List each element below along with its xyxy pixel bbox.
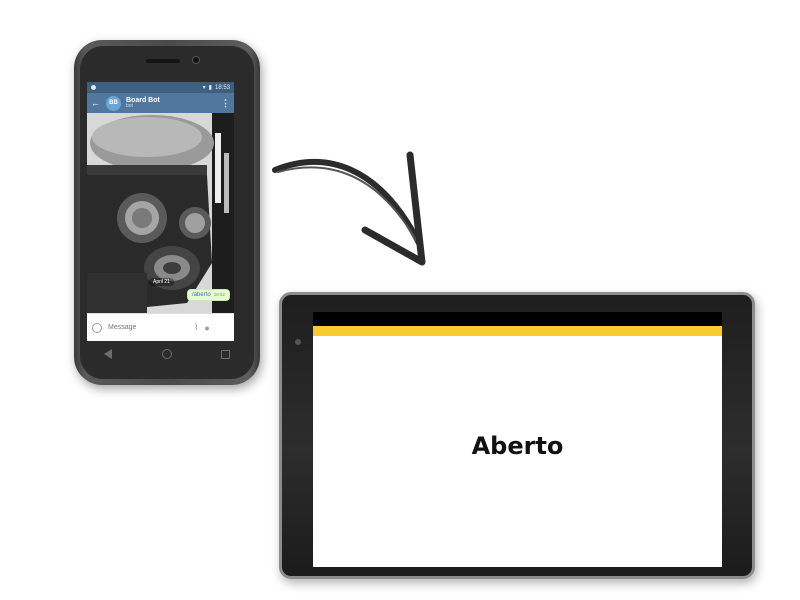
chat-subtitle: bot (126, 103, 133, 110)
message-input-bar: ⌇ ● (87, 313, 234, 341)
back-icon[interactable] (104, 349, 112, 359)
status-bar: ▾ ▮ 18:53 (87, 82, 234, 93)
status-text: Aberto (471, 432, 564, 460)
chat-header: ← BB Board Bot bot ⋮ (87, 93, 234, 113)
phone-camera (192, 56, 200, 64)
phone-earpiece (146, 59, 180, 63)
more-vert-icon[interactable]: ⋮ (221, 98, 230, 109)
tablet-top-bar (313, 312, 722, 326)
accent-bar (313, 326, 722, 336)
message-input[interactable] (108, 324, 188, 331)
chat-body: April 21 /aberto 18:52 (87, 113, 234, 313)
phone-device: ▾ ▮ 18:53 ← BB Board Bot bot ⋮ April 21 … (74, 40, 260, 385)
signal-icon: ▾ (202, 85, 206, 91)
recents-icon[interactable] (221, 349, 230, 359)
android-nav-bar (104, 349, 230, 359)
home-icon[interactable] (161, 349, 172, 359)
message-time: 18:52 (213, 292, 225, 297)
status-time: 18:53 (214, 84, 230, 91)
smile-icon[interactable] (92, 322, 102, 333)
curved-arrow-icon (272, 151, 426, 266)
paperclip-icon[interactable]: ⌇ (194, 322, 198, 333)
back-arrow-icon[interactable]: ← (91, 98, 101, 108)
date-separator: April 21 (149, 278, 174, 286)
mic-icon[interactable]: ● (204, 323, 209, 333)
tablet-device: Aberto (279, 292, 755, 579)
battery-icon: ▮ (208, 85, 212, 91)
chat-title-group[interactable]: Board Bot bot (126, 97, 160, 110)
status-icons: ▾ ▮ 18:53 (202, 84, 230, 92)
tablet-camera (295, 339, 301, 345)
message-bubble[interactable]: /aberto 18:52 (187, 289, 230, 301)
message-text[interactable]: /aberto (192, 292, 211, 298)
avatar[interactable]: BB (106, 95, 121, 111)
notification-icon (91, 85, 96, 90)
tablet-screen: Aberto (313, 312, 722, 567)
scene: ▾ ▮ 18:53 ← BB Board Bot bot ⋮ April 21 … (0, 0, 800, 600)
phone-screen: ▾ ▮ 18:53 ← BB Board Bot bot ⋮ April 21 … (87, 82, 234, 341)
